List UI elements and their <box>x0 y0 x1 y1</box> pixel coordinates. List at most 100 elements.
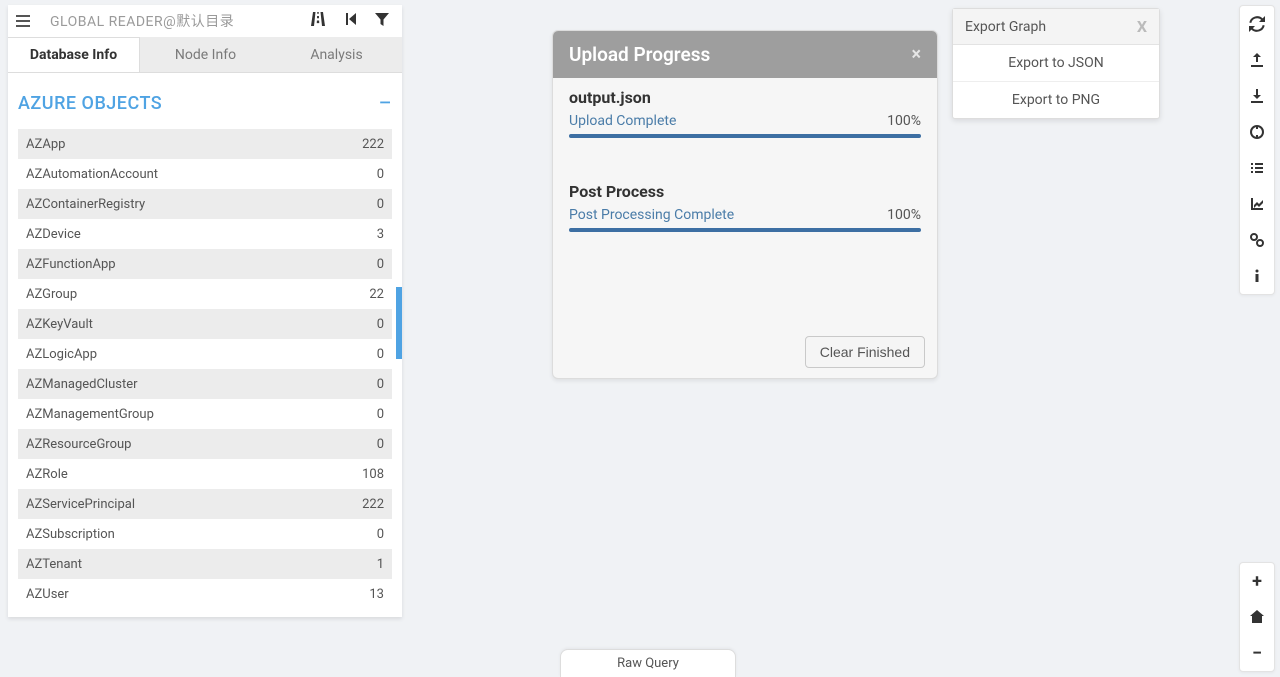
panel-body: AZURE OBJECTS − AZApp222AZAutomationAcco… <box>8 73 402 617</box>
object-name: AZServicePrincipal <box>18 489 316 519</box>
table-row[interactable]: AZManagedCluster0 <box>18 369 392 399</box>
left-panel: GLOBAL READER@默认目录 Database Info Node In… <box>8 5 402 617</box>
panel-header: GLOBAL READER@默认目录 <box>8 5 402 37</box>
upload-progress-fill <box>569 134 921 138</box>
table-row[interactable]: AZGroup22 <box>18 279 392 309</box>
post-status: Post Processing Complete <box>569 207 734 223</box>
section-title: AZURE OBJECTS <box>18 93 162 114</box>
export-menu: Export Graph X Export to JSON Export to … <box>952 8 1160 119</box>
section-header: AZURE OBJECTS − <box>8 73 402 129</box>
object-name: AZUser <box>18 579 316 609</box>
object-count: 13 <box>316 579 392 609</box>
table-row[interactable]: AZContainerRegistry0 <box>18 189 392 219</box>
object-name: AZTenant <box>18 549 316 579</box>
table-row[interactable]: AZApp222 <box>18 129 392 159</box>
object-name: AZDevice <box>18 219 316 249</box>
list-icon[interactable] <box>1240 150 1274 186</box>
settings-icon[interactable] <box>1240 222 1274 258</box>
tab-analysis[interactable]: Analysis <box>271 37 402 72</box>
change-layout-icon[interactable] <box>1240 114 1274 150</box>
tab-database-info[interactable]: Database Info <box>8 37 140 72</box>
upload-progress-card: Upload Progress × output.json Upload Com… <box>552 30 938 379</box>
post-status-row: Post Processing Complete 100% <box>569 207 921 223</box>
home-icon[interactable] <box>1240 599 1274 635</box>
object-name: AZRole <box>18 459 316 489</box>
export-json-item[interactable]: Export to JSON <box>953 45 1159 82</box>
objects-table: AZApp222AZAutomationAccount0AZContainerR… <box>18 129 392 609</box>
object-name: AZManagedCluster <box>18 369 316 399</box>
table-row[interactable]: AZDevice3 <box>18 219 392 249</box>
tab-label: Analysis <box>310 47 362 63</box>
zoom-controls: + − <box>1239 562 1275 672</box>
object-count: 0 <box>316 339 392 369</box>
object-count: 0 <box>316 309 392 339</box>
upload-title: Upload Progress <box>569 43 710 66</box>
close-icon[interactable]: × <box>911 44 921 65</box>
chart-icon[interactable] <box>1240 186 1274 222</box>
table-row[interactable]: AZRole108 <box>18 459 392 489</box>
info-icon[interactable] <box>1240 258 1274 294</box>
step-back-icon[interactable] <box>342 11 358 31</box>
road-icon[interactable] <box>310 11 326 31</box>
object-name: AZContainerRegistry <box>18 189 316 219</box>
context-title: GLOBAL READER@默认目录 <box>50 11 310 31</box>
clear-finished-button[interactable]: Clear Finished <box>805 336 925 368</box>
table-row[interactable]: AZUser13 <box>18 579 392 609</box>
object-count: 0 <box>316 369 392 399</box>
object-count: 0 <box>316 159 392 189</box>
object-count: 222 <box>316 489 392 519</box>
object-count: 0 <box>316 189 392 219</box>
object-name: AZSubscription <box>18 519 316 549</box>
upload-body: output.json Upload Complete 100% Post Pr… <box>553 78 937 326</box>
download-icon[interactable] <box>1240 78 1274 114</box>
object-count: 22 <box>316 279 392 309</box>
object-name: AZKeyVault <box>18 309 316 339</box>
upload-status: Upload Complete <box>569 113 676 129</box>
close-icon[interactable]: X <box>1137 17 1147 36</box>
object-name: AZApp <box>18 129 316 159</box>
object-count: 0 <box>316 429 392 459</box>
table-row[interactable]: AZResourceGroup0 <box>18 429 392 459</box>
tab-node-info[interactable]: Node Info <box>140 37 271 72</box>
right-toolbar <box>1239 5 1275 295</box>
table-row[interactable]: AZServicePrincipal222 <box>18 489 392 519</box>
export-menu-header: Export Graph X <box>953 9 1159 45</box>
post-percent: 100% <box>887 207 921 223</box>
hamburger-icon[interactable] <box>16 15 36 27</box>
object-name: AZLogicApp <box>18 339 316 369</box>
refresh-icon[interactable] <box>1240 6 1274 42</box>
tab-label: Database Info <box>30 47 117 63</box>
zoom-out-icon[interactable]: − <box>1240 635 1274 671</box>
object-name: AZGroup <box>18 279 316 309</box>
table-row[interactable]: AZTenant1 <box>18 549 392 579</box>
table-row[interactable]: AZLogicApp0 <box>18 339 392 369</box>
export-menu-title: Export Graph <box>965 19 1046 35</box>
collapse-icon[interactable]: − <box>378 91 392 115</box>
table-row[interactable]: AZAutomationAccount0 <box>18 159 392 189</box>
table-row[interactable]: AZSubscription0 <box>18 519 392 549</box>
raw-query-toggle[interactable]: Raw Query <box>560 649 736 677</box>
object-name: AZResourceGroup <box>18 429 316 459</box>
export-item-label: Export to JSON <box>1008 55 1103 71</box>
table-row[interactable]: AZManagementGroup0 <box>18 399 392 429</box>
scrollbar-thumb[interactable] <box>396 287 402 359</box>
filter-icon[interactable] <box>374 11 390 31</box>
upload-file-name: output.json <box>569 88 921 107</box>
tab-bar: Database Info Node Info Analysis <box>8 37 402 73</box>
object-count: 108 <box>316 459 392 489</box>
upload-progress-bar <box>569 134 921 138</box>
object-count: 3 <box>316 219 392 249</box>
upload-icon[interactable] <box>1240 42 1274 78</box>
table-row[interactable]: AZFunctionApp0 <box>18 249 392 279</box>
export-png-item[interactable]: Export to PNG <box>953 82 1159 118</box>
raw-query-label: Raw Query <box>617 656 679 671</box>
upload-percent: 100% <box>887 113 921 129</box>
object-count: 1 <box>316 549 392 579</box>
table-row[interactable]: AZKeyVault0 <box>18 309 392 339</box>
object-count: 0 <box>316 399 392 429</box>
object-name: AZManagementGroup <box>18 399 316 429</box>
object-count: 0 <box>316 249 392 279</box>
zoom-in-icon[interactable]: + <box>1240 563 1274 599</box>
upload-status-row: Upload Complete 100% <box>569 113 921 129</box>
header-icons <box>310 11 394 31</box>
